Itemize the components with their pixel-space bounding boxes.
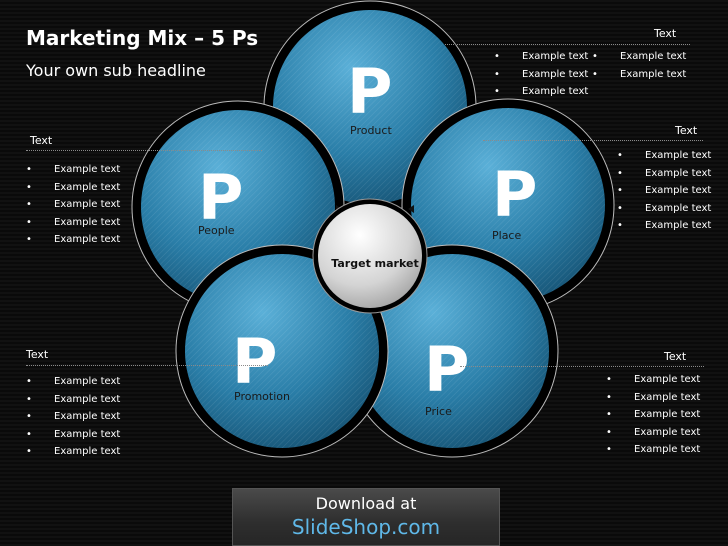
top-right-heading: Text: [654, 27, 677, 40]
top-right-list-col1: Example text Example text Example text: [494, 48, 588, 101]
list-item: Example text: [26, 426, 120, 444]
left-upper-heading: Text: [30, 134, 53, 147]
list-item: Example text: [26, 408, 120, 426]
right-lower-heading: Text: [664, 350, 687, 363]
right-lower-list: Example text Example text Example text E…: [606, 371, 700, 459]
product-p-letter: P: [347, 55, 392, 128]
left-lower-heading: Text: [26, 348, 49, 361]
list-item: Example text: [606, 424, 700, 442]
left-upper-list: Example text Example text Example text E…: [26, 161, 120, 249]
list-item: Example text: [26, 391, 120, 409]
people-label: People: [198, 224, 235, 237]
list-item: Example text: [606, 406, 700, 424]
place-label: Place: [492, 229, 521, 242]
top-right-divider: [445, 44, 690, 45]
list-item: Example text: [617, 182, 711, 200]
list-item: Example text: [606, 389, 700, 407]
list-item: Example text: [26, 231, 120, 249]
place-p-letter: P: [492, 158, 537, 231]
target-market-label: Target market: [331, 257, 418, 270]
price-p-letter: P: [424, 333, 469, 406]
list-item: Example text: [26, 179, 120, 197]
promotion-p-letter: P: [232, 325, 277, 398]
right-upper-list: Example text Example text Example text E…: [617, 147, 711, 235]
right-lower-divider: [460, 366, 704, 367]
slideshop-link[interactable]: SlideShop.com: [233, 515, 499, 539]
left-lower-divider: [26, 365, 268, 366]
list-item: Example text: [26, 373, 120, 391]
price-label: Price: [425, 405, 452, 418]
list-item: Example text: [494, 83, 588, 101]
left-upper-divider: [26, 150, 262, 151]
right-upper-heading: Text: [675, 124, 698, 137]
left-lower-list: Example text Example text Example text E…: [26, 373, 120, 461]
list-item: Example text: [494, 66, 588, 84]
list-item: Example text: [26, 214, 120, 232]
download-banner[interactable]: Download at SlideShop.com: [232, 488, 500, 546]
list-item: Example text: [494, 48, 588, 66]
top-right-list-col2: Example text Example text: [592, 48, 686, 83]
list-item: Example text: [26, 196, 120, 214]
product-label: Product: [350, 124, 392, 137]
list-item: Example text: [606, 441, 700, 459]
download-label: Download at: [315, 494, 417, 513]
promotion-label: Promotion: [234, 390, 290, 403]
list-item: Example text: [617, 165, 711, 183]
target-market-circle: [312, 198, 428, 314]
list-item: Example text: [617, 147, 711, 165]
list-item: Example text: [606, 371, 700, 389]
right-upper-divider: [483, 140, 703, 141]
list-item: Example text: [26, 443, 120, 461]
list-item: Example text: [26, 161, 120, 179]
list-item: Example text: [617, 200, 711, 218]
list-item: Example text: [617, 217, 711, 235]
list-item: Example text: [592, 48, 686, 66]
list-item: Example text: [592, 66, 686, 84]
